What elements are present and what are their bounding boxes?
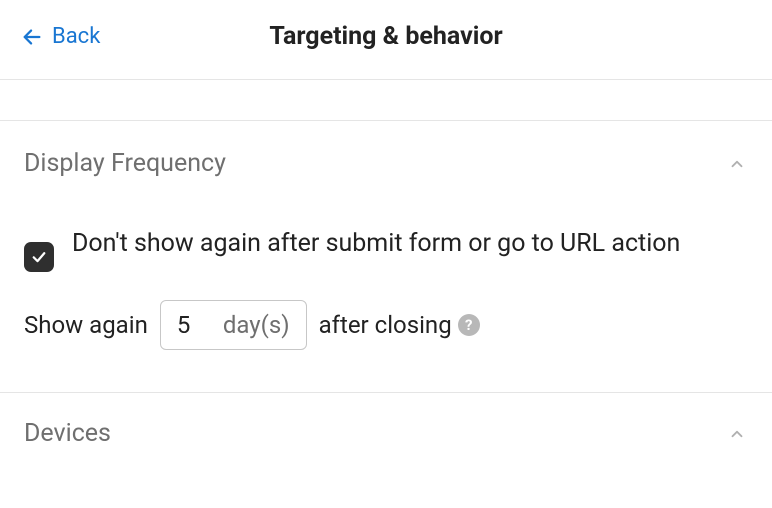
section-display-frequency: Display Frequency Don't show again after… [0,120,772,392]
section-devices: Devices [0,392,772,458]
help-icon[interactable]: ? [458,314,480,336]
show-again-prefix: Show again [24,311,148,339]
dont-show-again-label: Don't show again after submit form or go… [72,226,680,261]
section-header-devices[interactable]: Devices [0,393,772,458]
chevron-up-icon [726,153,748,175]
show-again-row: Show again 5 day(s) after closing ? [24,300,748,350]
arrow-left-icon [20,25,44,49]
section-body-display-frequency: Don't show again after submit form or go… [0,196,772,392]
page-title: Targeting & behavior [20,22,752,51]
back-button[interactable]: Back [20,24,100,49]
show-again-unit: day(s) [223,311,290,339]
dont-show-again-row: Don't show again after submit form or go… [24,226,748,272]
section-title: Devices [24,419,111,448]
section-title: Display Frequency [24,149,226,178]
back-label: Back [52,24,100,49]
section-header-display-frequency[interactable]: Display Frequency [0,121,772,196]
show-again-suffix: after closing [319,311,452,339]
dont-show-again-checkbox[interactable] [24,242,54,272]
show-again-input[interactable]: 5 day(s) [160,300,307,350]
page-header: Back Targeting & behavior [0,0,772,80]
show-again-value: 5 [177,311,199,339]
chevron-up-icon [726,423,748,445]
